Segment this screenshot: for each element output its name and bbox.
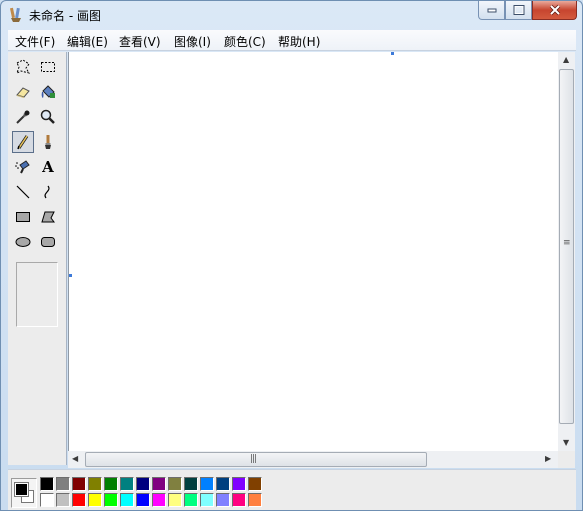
- palette-swatch[interactable]: [120, 493, 134, 507]
- canvas-resize-handle-left[interactable]: [69, 274, 72, 277]
- line-icon[interactable]: [12, 181, 34, 203]
- paint-app-icon[interactable]: [8, 7, 24, 23]
- palette-swatch[interactable]: [40, 477, 54, 491]
- rectangle-select-icon[interactable]: [37, 56, 59, 78]
- title-bar[interactable]: 未命名 - 画图: [1, 1, 582, 29]
- airbrush-icon[interactable]: [12, 156, 34, 178]
- text-icon[interactable]: A: [37, 156, 59, 178]
- foreground-color-swatch[interactable]: [14, 482, 29, 497]
- minimize-button[interactable]: [478, 1, 505, 20]
- color-palette: [8, 469, 576, 510]
- palette-swatch[interactable]: [248, 493, 262, 507]
- curve-icon[interactable]: [37, 181, 59, 203]
- palette-swatch[interactable]: [184, 493, 198, 507]
- palette-swatch[interactable]: [152, 493, 166, 507]
- horizontal-scroll-thumb[interactable]: |||: [85, 452, 427, 467]
- menu-colors[interactable]: 颜色(C): [224, 33, 266, 50]
- palette-swatch[interactable]: [200, 477, 214, 491]
- palette-swatch[interactable]: [216, 493, 230, 507]
- caption-buttons: [478, 1, 577, 20]
- minimize-icon: [487, 8, 496, 13]
- canvas-resize-handle-top[interactable]: [391, 52, 394, 55]
- menu-help[interactable]: 帮助(H): [278, 33, 320, 50]
- ellipse-icon[interactable]: [12, 231, 34, 253]
- palette-swatch[interactable]: [200, 493, 214, 507]
- palette-swatch[interactable]: [88, 493, 102, 507]
- palette-swatch[interactable]: [104, 493, 118, 507]
- horizontal-grip: |||: [250, 454, 257, 464]
- palette-swatch[interactable]: [56, 477, 70, 491]
- scroll-left-arrow-icon[interactable]: ◀: [72, 454, 78, 463]
- vertical-scrollbar[interactable]: ▲ ≡ ▼: [558, 52, 575, 451]
- fill-bucket-icon[interactable]: [37, 81, 59, 103]
- rectangle-icon[interactable]: [12, 206, 34, 228]
- paint-window: 未命名 - 画图 文件(F) 编辑(E) 查看(V) 图像(I) 颜色(C) 帮…: [0, 0, 583, 511]
- scrollbar-corner: [558, 451, 575, 468]
- toolbox: A: [8, 52, 67, 465]
- menu-image[interactable]: 图像(I): [174, 33, 211, 50]
- palette-swatch[interactable]: [168, 493, 182, 507]
- palette-swatch[interactable]: [88, 477, 102, 491]
- color-picker-icon[interactable]: [12, 106, 34, 128]
- palette-swatch[interactable]: [184, 477, 198, 491]
- palette-swatch[interactable]: [136, 493, 150, 507]
- palette-swatch[interactable]: [168, 477, 182, 491]
- palette-swatch[interactable]: [216, 477, 230, 491]
- vertical-grip: ≡: [563, 238, 570, 248]
- vertical-scroll-thumb[interactable]: ≡: [559, 69, 574, 424]
- close-button[interactable]: [532, 1, 577, 20]
- maximize-button[interactable]: [505, 1, 532, 20]
- window-title: 未命名 - 画图: [29, 9, 101, 23]
- eraser-icon[interactable]: [12, 81, 34, 103]
- maximize-icon: [513, 5, 524, 15]
- close-icon: [549, 4, 560, 16]
- free-form-select-icon[interactable]: [12, 56, 34, 78]
- menu-bar: 文件(F) 编辑(E) 查看(V) 图像(I) 颜色(C) 帮助(H): [8, 30, 576, 51]
- palette-swatch[interactable]: [248, 477, 262, 491]
- palette-swatch[interactable]: [232, 493, 246, 507]
- scroll-up-arrow-icon[interactable]: ▲: [563, 55, 569, 64]
- pencil-icon[interactable]: [12, 131, 34, 153]
- palette-swatch[interactable]: [104, 477, 118, 491]
- palette-swatch[interactable]: [152, 477, 166, 491]
- palette-swatch[interactable]: [56, 493, 70, 507]
- tool-options-box[interactable]: [16, 262, 58, 327]
- menu-file[interactable]: 文件(F): [15, 33, 55, 50]
- rounded-rectangle-icon[interactable]: [37, 231, 59, 253]
- current-colors[interactable]: [11, 478, 37, 508]
- palette-swatch[interactable]: [72, 477, 86, 491]
- palette-swatch[interactable]: [136, 477, 150, 491]
- palette-swatch[interactable]: [120, 477, 134, 491]
- menu-edit[interactable]: 编辑(E): [67, 33, 108, 50]
- brush-icon[interactable]: [37, 131, 59, 153]
- palette-swatch[interactable]: [72, 493, 86, 507]
- palette-swatch[interactable]: [40, 493, 54, 507]
- horizontal-scrollbar[interactable]: ◀ ||| ▶: [68, 451, 558, 468]
- palette-swatch[interactable]: [232, 477, 246, 491]
- polygon-icon[interactable]: [37, 206, 59, 228]
- magnifier-icon[interactable]: [37, 106, 59, 128]
- scroll-right-arrow-icon[interactable]: ▶: [545, 454, 551, 463]
- menu-view[interactable]: 查看(V): [119, 33, 161, 50]
- drawing-canvas[interactable]: [68, 52, 559, 451]
- scroll-down-arrow-icon[interactable]: ▼: [563, 438, 569, 447]
